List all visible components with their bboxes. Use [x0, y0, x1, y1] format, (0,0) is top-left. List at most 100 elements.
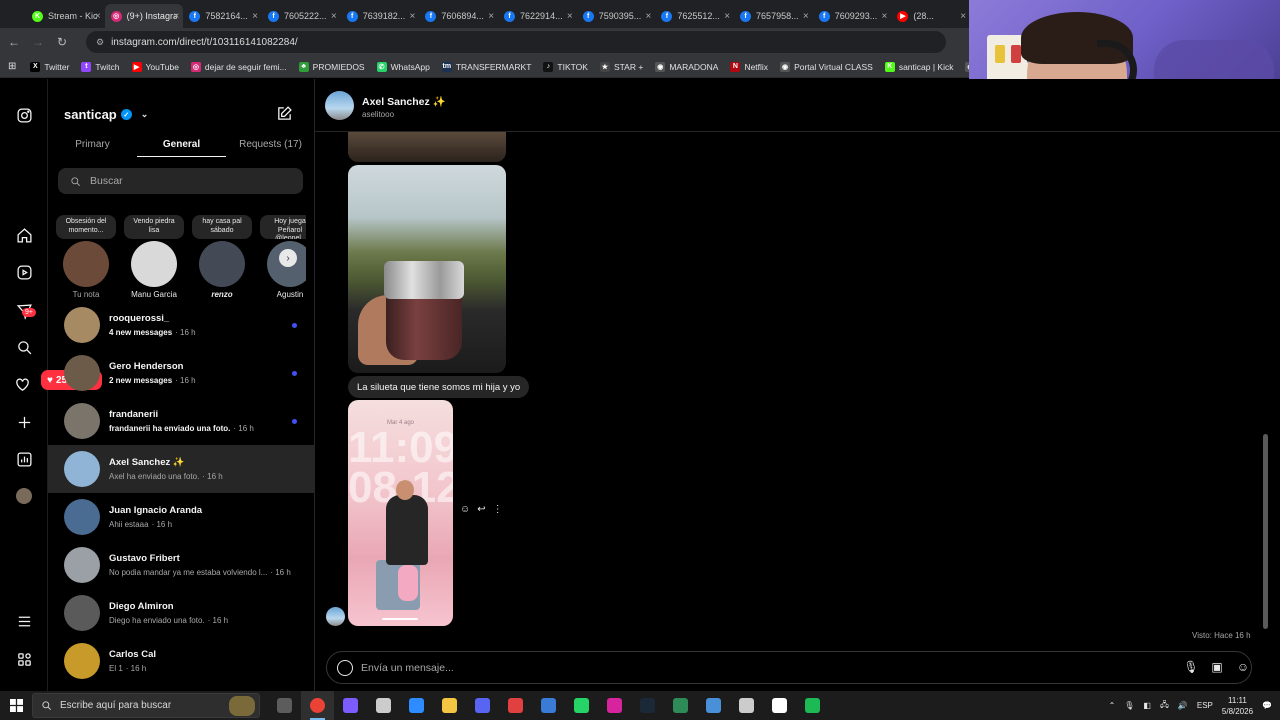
home-icon[interactable] [14, 225, 34, 245]
note-item[interactable]: Vendo piedra lisa Manu Garcia [124, 215, 184, 299]
back-icon[interactable]: ← [2, 35, 26, 49]
tab-close-icon[interactable]: × [646, 11, 652, 22]
browser-tab[interactable]: f 7582164... × [183, 4, 262, 28]
conversation-item[interactable]: Carlos Cal El 1 · 16 h [48, 637, 314, 685]
taskbar-app-icon[interactable] [301, 691, 334, 720]
microphone-icon[interactable]: 🎙 [1183, 659, 1199, 675]
browser-tab[interactable]: f 7657958... × [734, 4, 813, 28]
tab-close-icon[interactable]: × [410, 11, 416, 22]
taskbar-app-icon[interactable] [367, 691, 400, 720]
conversation-item[interactable]: frandanerii frandanerii ha enviado una fo… [48, 397, 314, 445]
sender-avatar[interactable] [326, 607, 345, 626]
tab-close-icon[interactable]: × [724, 11, 730, 22]
apps-grid-icon[interactable]: ⊞ [8, 61, 16, 72]
conversation-item[interactable]: rooquerossi_ 4 new messages · 16 h [48, 301, 314, 349]
bookmark-item[interactable]: ♪ TIKTOK [543, 61, 588, 72]
tab-close-icon[interactable]: × [331, 11, 337, 22]
tray-overflow-icon[interactable]: ⌃ [1109, 701, 1116, 710]
bookmark-item[interactable]: t Twitch [81, 61, 120, 72]
photo-message-wine-glass[interactable] [348, 165, 506, 373]
tab-close-icon[interactable]: × [567, 11, 573, 22]
reply-icon[interactable]: ↩ [477, 504, 485, 515]
bookmark-item[interactable]: Ksanticap | Kick [884, 61, 953, 72]
conversation-item[interactable]: Diego Almiron Diego ha enviado una foto. ·… [48, 589, 314, 637]
photo-message-partial[interactable] [348, 132, 506, 162]
bookmark-item[interactable]: ▶ YouTube [131, 61, 179, 72]
browser-tab[interactable]: f 7609293... × [813, 4, 892, 28]
new-message-icon[interactable] [276, 105, 294, 123]
taskbar-app-icon[interactable] [268, 691, 301, 720]
network-icon[interactable]: 🖧 [1160, 699, 1169, 713]
volume-icon[interactable]: 🔊 [1178, 701, 1188, 710]
chat-avatar[interactable] [325, 91, 354, 120]
bookmark-item[interactable]: ★ STAR + [599, 61, 643, 72]
also-from-meta-icon[interactable] [14, 649, 34, 669]
tab-close-icon[interactable]: × [252, 11, 258, 22]
notes-next-chevron-icon[interactable]: › [279, 249, 297, 267]
taskbar-app-icon[interactable] [400, 691, 433, 720]
chat-header[interactable]: Axel Sanchez ✨ aselitooo [315, 79, 1280, 132]
tab-close-icon[interactable]: × [174, 11, 180, 22]
browser-tab[interactable]: f 7625512... × [655, 4, 734, 28]
taskbar-app-icon[interactable] [796, 691, 829, 720]
bookmark-item[interactable]: ◉ MARADONA [655, 61, 718, 72]
dashboard-icon[interactable] [14, 449, 34, 469]
browser-tab[interactable]: ◎ (9+) Instagram× [104, 4, 184, 28]
url-field[interactable]: ⚙ instagram.com/direct/t/103116141082284… [86, 31, 946, 53]
tab-close-icon[interactable]: × [488, 11, 494, 22]
taskbar-app-icon[interactable] [631, 691, 664, 720]
clock[interactable]: 11:11 5/8/2026 [1222, 695, 1253, 717]
conversation-item[interactable]: Juan Ignacio Aranda Ahii estaaa · 16 h [48, 493, 314, 541]
text-message[interactable]: La silueta que tiene somos mi hija y yo [348, 376, 530, 398]
more-menu-icon[interactable] [14, 611, 34, 631]
search-input[interactable]: Buscar [58, 168, 303, 194]
photo-message-story[interactable]: Mar 4 ago 11:09 08:12 [348, 400, 453, 626]
reels-icon[interactable] [14, 262, 34, 282]
reload-icon[interactable]: ↻ [50, 35, 74, 49]
taskbar-app-icon[interactable] [334, 691, 367, 720]
browser-tab[interactable]: f 7639182... × [341, 4, 420, 28]
taskbar-app-icon[interactable] [763, 691, 796, 720]
conversation-item[interactable]: Gero Henderson 2 new messages · 16 h [48, 349, 314, 397]
bookmark-item[interactable]: N Netflix [730, 61, 768, 72]
profile-avatar[interactable] [14, 486, 34, 506]
taskbar-app-icon[interactable] [433, 691, 466, 720]
chat-scrollbar[interactable] [1263, 434, 1268, 629]
tab-close-icon[interactable]: × [960, 11, 966, 22]
conversation-item[interactable]: Gustavo Fribert No podia mandar ya me est… [48, 541, 314, 589]
language-indicator[interactable]: ESP [1197, 701, 1213, 710]
chat-contact-name[interactable]: Axel Sanchez ✨ [362, 95, 446, 108]
account-switcher[interactable]: santicap ✓ ⌄ [64, 107, 148, 122]
taskbar-app-icon[interactable] [664, 691, 697, 720]
windows-start-icon[interactable] [0, 699, 32, 712]
image-upload-icon[interactable]: ▣ [1209, 659, 1225, 675]
react-emoji-icon[interactable]: ☺ [460, 504, 470, 515]
tab-general[interactable]: General [137, 131, 226, 157]
tab-primary[interactable]: Primary [48, 131, 137, 157]
browser-tab[interactable]: f 7590395... × [577, 4, 656, 28]
bookmark-item[interactable]: X Twitter [30, 61, 69, 72]
camera-tray-icon[interactable]: ◧ [1143, 701, 1151, 710]
taskbar-app-icon[interactable] [532, 691, 565, 720]
browser-tab[interactable]: f 7622914... × [498, 4, 577, 28]
bookmark-item[interactable]: ◉ Portal Virtual CLASS [780, 61, 873, 72]
tab-requests[interactable]: Requests (17) [226, 131, 315, 157]
action-center-icon[interactable]: 💬 [1262, 701, 1272, 710]
browser-tab[interactable]: f 7606894... × [419, 4, 498, 28]
tab-close-icon[interactable]: × [95, 11, 101, 22]
emoji-picker-icon[interactable] [337, 659, 353, 676]
taskbar-app-icon[interactable] [598, 691, 631, 720]
tab-close-icon[interactable]: × [882, 11, 888, 22]
bookmark-item[interactable]: ♣ PROMIEDOS [298, 61, 365, 72]
note-item[interactable]: Obsesión del momento... Tu nota [56, 215, 116, 299]
browser-tab[interactable]: K Stream - Kick × [26, 4, 105, 28]
forward-icon[interactable]: → [26, 35, 50, 49]
conversation-item[interactable]: Axel Sanchez ✨ Axel ha enviado una foto. ·… [48, 445, 314, 493]
taskbar-search-input[interactable]: Escribe aquí para buscar [32, 693, 260, 718]
bookmark-item[interactable]: ◎ dejar de seguir femi... [190, 61, 287, 72]
create-icon[interactable] [14, 412, 34, 432]
note-item[interactable]: hay casa pal sábado renzo [192, 215, 252, 299]
taskbar-app-icon[interactable] [697, 691, 730, 720]
taskbar-app-icon[interactable] [466, 691, 499, 720]
tab-close-icon[interactable]: × [803, 11, 809, 22]
